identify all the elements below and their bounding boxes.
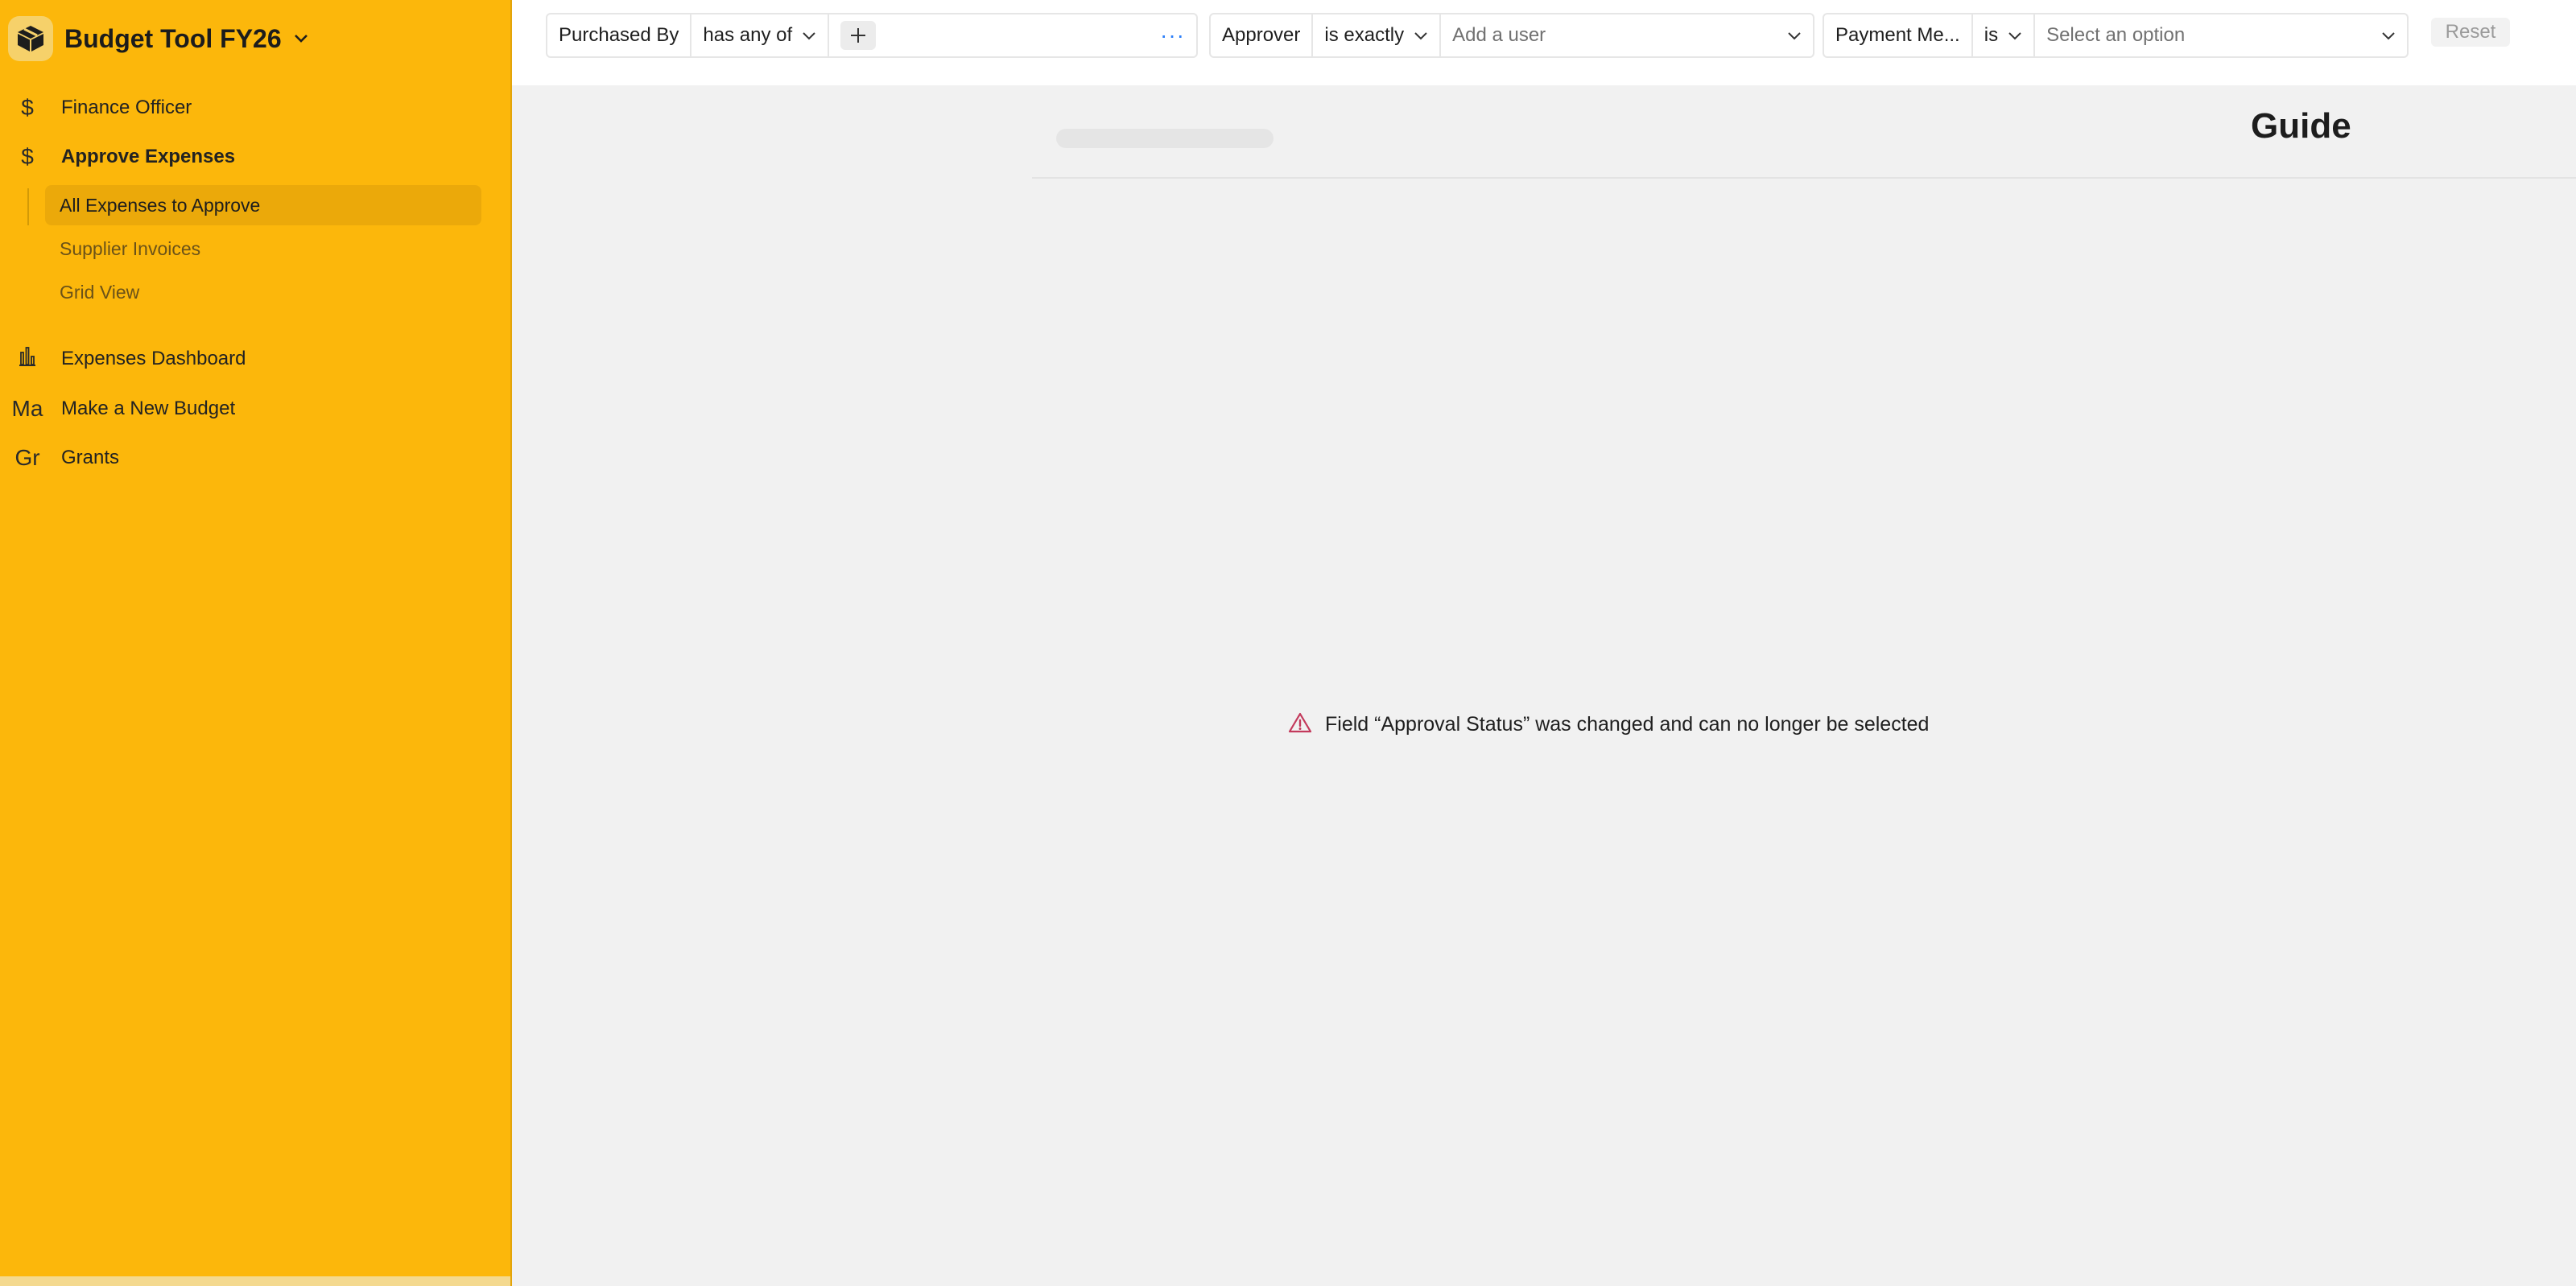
error-message: Field “Approval Status” was changed and … — [1288, 711, 1929, 738]
filter-operator-label: has any of — [703, 24, 793, 46]
header-divider — [1032, 177, 2576, 179]
filter-bar: Purchased By has any of ··· Approver is … — [512, 0, 2576, 85]
dollar-icon: $ — [21, 95, 34, 120]
filter-operator-select[interactable]: is exactly — [1313, 14, 1442, 56]
chevron-down-icon — [293, 33, 309, 44]
filter-field-select[interactable]: Payment Me... — [1824, 14, 1973, 56]
sidebar-subitem-all-expenses[interactable]: All Expenses to Approve — [45, 185, 481, 225]
filter-field-select[interactable]: Approver — [1211, 14, 1314, 56]
sidebar-item-approve-expenses[interactable]: $ Approve Expenses — [0, 136, 512, 178]
error-message-text: Field “Approval Status” was changed and … — [1325, 713, 1930, 736]
option-select-placeholder: Select an option — [2046, 24, 2186, 46]
filter-field-label: Payment Me... — [1835, 24, 1960, 46]
more-options-icon[interactable]: ··· — [1160, 23, 1185, 48]
user-select-dropdown[interactable]: Add a user — [1441, 14, 1813, 56]
plus-icon[interactable] — [840, 21, 877, 50]
sidebar-subitem-label: All Expenses to Approve — [60, 194, 261, 216]
sidebar-footer — [0, 1276, 510, 1286]
guide-title: Guide — [2251, 106, 2351, 146]
chevron-down-icon — [2381, 24, 2396, 47]
filter-approver: Approver is exactly Add a user — [1209, 13, 1814, 58]
chevron-down-icon — [802, 24, 816, 47]
sidebar-subitem-grid-view[interactable]: Grid View — [45, 272, 481, 312]
sidebar-item-label: Expenses Dashboard — [61, 348, 246, 369]
filter-payment-method: Payment Me... is Select an option — [1823, 13, 2409, 58]
sidebar-subitem-label: Grid View — [60, 281, 140, 303]
user-select-placeholder: Add a user — [1452, 24, 1546, 46]
sidebar-item-label: Finance Officer — [61, 97, 192, 118]
loading-skeleton — [1056, 129, 1274, 148]
filter-field-label: Purchased By — [559, 24, 679, 46]
cube-box-icon — [8, 16, 53, 61]
filter-operator-label: is — [1984, 24, 1999, 46]
option-select-dropdown[interactable]: Select an option — [2035, 14, 2407, 56]
sidebar: Budget Tool FY26 $ Finance Officer $ App… — [0, 0, 512, 1286]
sidebar-subitem-label: Supplier Invoices — [60, 237, 201, 259]
sidebar-item-expenses-dashboard[interactable]: Expenses Dashboard — [0, 338, 512, 380]
chevron-down-icon — [1414, 24, 1428, 47]
filter-operator-select[interactable]: is — [1973, 14, 2036, 56]
subnav-indicator-line — [27, 188, 29, 225]
reset-button[interactable]: Reset — [2431, 18, 2510, 47]
warning-triangle-icon — [1288, 711, 1312, 738]
sidebar-item-label: Approve Expenses — [61, 146, 236, 167]
sidebar-item-label: Grants — [61, 447, 120, 468]
filter-field-select[interactable]: Purchased By — [547, 14, 692, 56]
sidebar-item-make-new-budget[interactable]: Ma Make a New Budget — [0, 388, 512, 430]
filter-purchased-by: Purchased By has any of ··· — [546, 13, 1198, 58]
chevron-down-icon — [1787, 24, 1802, 47]
form-initials-icon: Ma — [11, 396, 43, 421]
bar-chart-icon — [11, 346, 43, 373]
sidebar-subitem-supplier-invoices[interactable]: Supplier Invoices — [45, 229, 481, 269]
sidebar-item-grants[interactable]: Gr Grants — [0, 437, 512, 479]
form-initials-icon: Gr — [14, 445, 40, 470]
sidebar-item-finance-officer[interactable]: $ Finance Officer — [0, 87, 512, 129]
chevron-down-icon — [2008, 24, 2022, 47]
app-switcher[interactable]: Budget Tool FY26 — [8, 16, 309, 61]
dollar-icon: $ — [21, 144, 34, 169]
app-title: Budget Tool FY26 — [64, 23, 282, 53]
sidebar-item-label: Make a New Budget — [61, 398, 236, 419]
filter-operator-select[interactable]: has any of — [691, 14, 830, 56]
filter-value-input[interactable]: ··· — [829, 14, 1196, 56]
filter-operator-label: is exactly — [1324, 24, 1405, 46]
filter-field-label: Approver — [1222, 24, 1301, 46]
